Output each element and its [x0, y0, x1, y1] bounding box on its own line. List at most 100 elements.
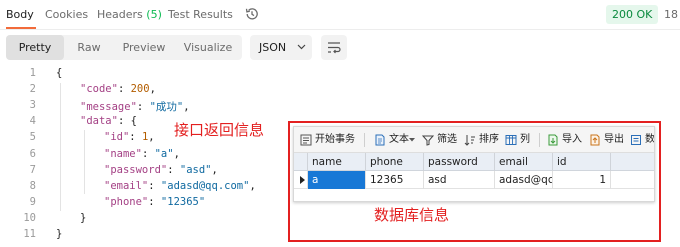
- tab-cookies[interactable]: Cookies: [45, 8, 88, 21]
- code-token: ,: [249, 179, 256, 192]
- line-number: 7: [29, 163, 36, 176]
- code-line: "id": 1,: [104, 131, 155, 143]
- code-line: "password": "asd",: [104, 164, 218, 176]
- current-row-marker-icon: [300, 176, 305, 184]
- code-token: ,: [173, 147, 180, 160]
- indent-guide: [84, 130, 85, 194]
- code-token: {: [56, 67, 63, 79]
- table-cell[interactable]: asd: [424, 171, 495, 189]
- database-info-annotation: 数据库信息: [374, 206, 450, 224]
- code-token: "email": [104, 179, 149, 192]
- code-token: }: [56, 228, 63, 240]
- code-line: "code": 200,: [80, 83, 156, 95]
- view-mode-segment: Pretty Raw Preview Visualize: [6, 35, 242, 60]
- line-number: 4: [29, 115, 36, 128]
- begin-transaction-label: 开始事务: [315, 134, 355, 145]
- headers-count: (5): [146, 8, 162, 21]
- row-indicator-header: [294, 153, 308, 171]
- visualize-button[interactable]: Visualize: [174, 35, 242, 60]
- code-token: "12365": [160, 195, 206, 208]
- line-number: 8: [29, 179, 36, 192]
- code-token: ,: [183, 101, 190, 114]
- tab-test-results[interactable]: Test Results: [168, 8, 233, 21]
- raw-button[interactable]: Raw: [64, 35, 114, 60]
- export-icon: [590, 134, 600, 146]
- transaction-icon: [300, 134, 312, 146]
- code-token: 200: [130, 83, 150, 96]
- format-select[interactable]: JSON: [250, 35, 312, 60]
- code-token: "data": [80, 115, 118, 128]
- database-grid: 开始事务 文本 筛选 排序 列 导入 导出 数 name phone passw…: [293, 126, 655, 202]
- text-button-label: 文本: [389, 134, 409, 145]
- pretty-button[interactable]: Pretty: [6, 35, 64, 60]
- columns-icon: [505, 135, 517, 145]
- column-header[interactable]: id: [553, 153, 611, 171]
- line-number: 2: [29, 83, 36, 96]
- code-token: ,: [149, 83, 156, 96]
- chevron-down-icon: [297, 44, 306, 50]
- code-line: }: [56, 228, 62, 240]
- code-line: "message": "成功",: [80, 99, 190, 114]
- code-token: ,: [211, 163, 218, 176]
- line-number: 11: [23, 228, 36, 240]
- begin-transaction-button[interactable]: 开始事务: [300, 132, 360, 148]
- code-token: "成功": [149, 101, 184, 114]
- code-token: :: [117, 83, 131, 96]
- column-header[interactable]: email: [495, 153, 553, 171]
- sort-icon: [464, 135, 475, 146]
- line-number: 1: [29, 67, 36, 79]
- history-icon[interactable]: [244, 6, 260, 22]
- code-token: :: [148, 179, 161, 192]
- sort-button-label: 排序: [479, 134, 499, 145]
- code-line: }: [80, 212, 86, 224]
- table-cell[interactable]: 1: [553, 171, 611, 189]
- interface-info-annotation: 接口返回信息: [174, 121, 265, 139]
- import-button-label: 导入: [562, 134, 582, 145]
- code-token: ,: [148, 131, 155, 144]
- column-header[interactable]: name: [308, 153, 366, 171]
- code-token: :: [141, 147, 155, 160]
- wrap-lines-button[interactable]: [321, 35, 347, 60]
- line-number: 9: [29, 195, 36, 208]
- line-number: 10: [23, 211, 36, 224]
- code-token: :: [148, 195, 161, 208]
- import-button[interactable]: 导入: [547, 132, 585, 148]
- indent-guide: [60, 83, 61, 211]
- data-button-label: 数: [645, 134, 655, 145]
- tab-body[interactable]: Body: [6, 8, 34, 21]
- wrap-lines-icon: [328, 42, 341, 54]
- code-token: "a": [154, 147, 174, 160]
- table-row[interactable]: a 12365 asd adasd@qc 1: [294, 171, 654, 189]
- table-cell[interactable]: 12365: [366, 171, 424, 189]
- code-token: "name": [104, 147, 142, 160]
- chevron-down-icon: [409, 138, 415, 142]
- code-token: "message": [80, 101, 137, 114]
- column-header[interactable]: password: [424, 153, 495, 171]
- code-line: "name": "a",: [104, 148, 180, 160]
- line-number: 3: [29, 99, 36, 112]
- table-cell[interactable]: adasd@qc: [495, 171, 553, 189]
- tab-headers-label: Headers: [97, 8, 143, 21]
- document-icon: [375, 134, 385, 146]
- column-header[interactable]: phone: [366, 153, 424, 171]
- tab-headers[interactable]: Headers (5): [97, 8, 162, 21]
- grid-toolbar: 开始事务 文本 筛选 排序 列 导入 导出 数: [294, 127, 655, 153]
- data-icon: [631, 135, 641, 145]
- code-line: "phone": "12365": [104, 196, 205, 208]
- sort-button[interactable]: 排序: [464, 132, 502, 148]
- data-button[interactable]: 数: [630, 132, 655, 148]
- response-tabs: Body Cookies Headers (5) Test Results 20…: [0, 0, 680, 30]
- export-button[interactable]: 导出: [589, 132, 627, 148]
- columns-button[interactable]: 列: [505, 132, 535, 148]
- code-line: "data": {: [80, 115, 137, 127]
- code-token: "code": [80, 83, 118, 96]
- preview-button[interactable]: Preview: [114, 35, 174, 60]
- filter-button[interactable]: 筛选: [422, 132, 460, 148]
- code-line: {: [56, 67, 62, 79]
- table-cell[interactable]: a: [308, 171, 366, 189]
- grid-header-row: name phone password email id: [294, 153, 654, 171]
- line-number: 6: [29, 147, 36, 160]
- columns-button-label: 列: [520, 134, 530, 145]
- row-indicator: [294, 171, 308, 189]
- code-token: "adasd@qq.com": [160, 179, 250, 192]
